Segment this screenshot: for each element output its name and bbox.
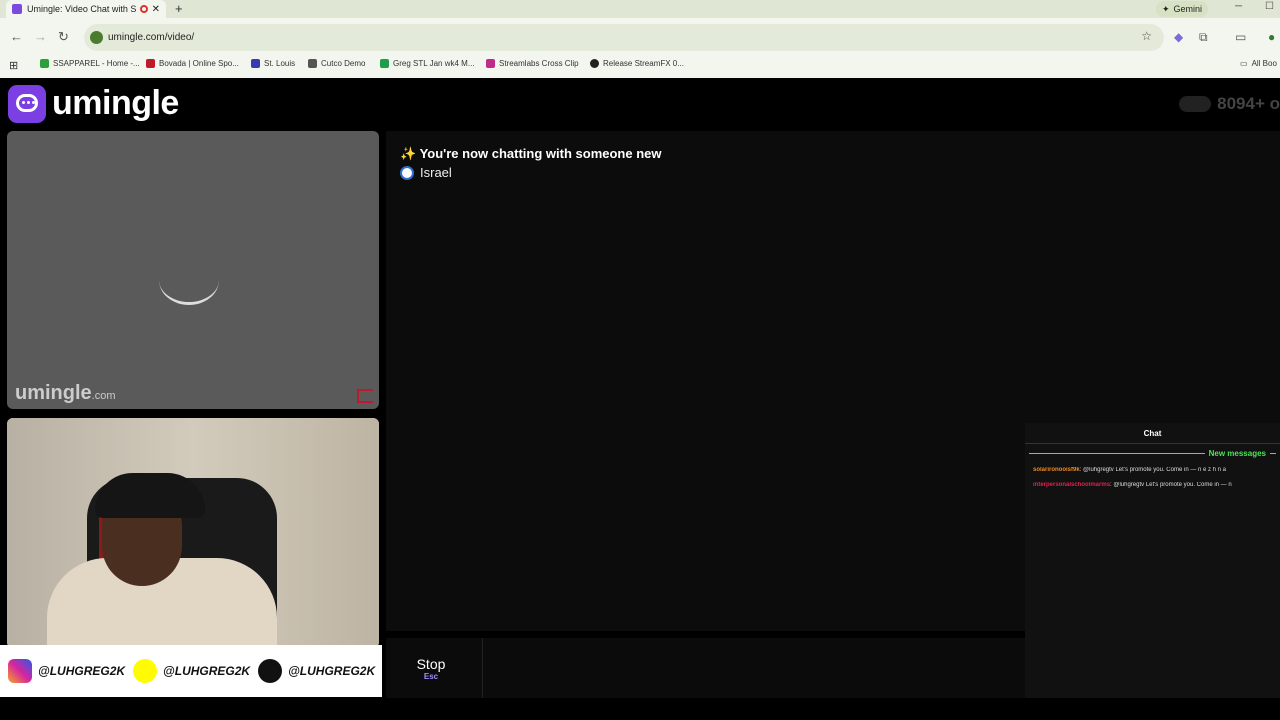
stream-chat-message: solarironooisf9k: @luhgregtv Let's promo… <box>1033 467 1227 473</box>
bookmark-item[interactable]: SSAPPAREL - Home -... <box>40 59 140 68</box>
gemini-icon: ✦ <box>1162 3 1170 14</box>
bookmark-label: Streamlabs Cross Clip <box>499 59 579 68</box>
back-icon[interactable]: ← <box>10 29 23 44</box>
github-icon <box>590 59 599 68</box>
browser-tab-bar: Umingle: Video Chat with S ✕ + ✦ Gemini … <box>0 0 1280 18</box>
maximize-icon[interactable]: ☐ <box>1265 1 1274 12</box>
tiktok-icon <box>258 659 283 683</box>
site-info-icon[interactable] <box>90 31 103 44</box>
gemini-label: Gemini <box>1173 4 1203 14</box>
tab-title: Umingle: Video Chat with S <box>27 4 136 14</box>
bookmark-favicon-icon <box>40 59 49 68</box>
watermark-suffix: .com <box>91 390 116 402</box>
bookmark-item[interactable]: Streamlabs Cross Clip <box>486 59 579 68</box>
logo-text: umingle <box>52 84 179 122</box>
bookmark-favicon-icon <box>251 59 260 68</box>
bookmark-item[interactable]: Bovada | Online Spo... <box>146 59 239 68</box>
recording-icon <box>139 5 148 13</box>
extensions-puzzle-icon[interactable]: ⧉ <box>1199 30 1208 45</box>
bookmark-favicon-icon <box>146 59 155 68</box>
partner-country: Israel <box>400 165 452 180</box>
chat-text: @luhgregtv Let's promote you. Come in — … <box>1113 482 1232 488</box>
stream-chat-message: interpersonalschoolmarms: @luhgregtv Let… <box>1033 482 1232 488</box>
bookmark-favicon-icon <box>486 59 495 68</box>
stop-label: Stop <box>416 655 446 672</box>
minimize-icon[interactable]: ─ <box>1235 1 1242 12</box>
bookmark-label: SSAPPAREL - Home -... <box>53 59 140 68</box>
stranger-video: umingle.com <box>7 131 379 409</box>
country-label: Israel <box>420 165 452 180</box>
new-tab-button[interactable]: + <box>175 1 183 16</box>
stream-chat-overlay: Chat New messages solarironooisf9k: @luh… <box>1025 423 1280 698</box>
bookmark-label: Bovada | Online Spo... <box>159 59 239 68</box>
video-watermark: umingle.com <box>15 382 116 405</box>
browser-tab[interactable]: Umingle: Video Chat with S ✕ <box>6 0 166 18</box>
online-toggle <box>1179 96 1212 112</box>
watermark-text: umingle <box>15 382 92 404</box>
chat-bubble-logo-icon <box>8 84 46 123</box>
gemini-button[interactable]: ✦ Gemini <box>1156 1 1209 17</box>
bookmark-label: Cutco Demo <box>321 59 366 68</box>
stop-shortcut: Esc <box>423 671 439 681</box>
chat-username: solarironooisf9k <box>1033 467 1080 473</box>
profile-avatar[interactable]: ● <box>1268 30 1275 44</box>
new-messages-divider: New messages <box>1029 449 1276 458</box>
bookmark-favicon-icon <box>308 59 317 68</box>
bookmark-label: St. Louis <box>264 59 296 68</box>
instagram-icon <box>8 659 32 683</box>
address-toolbar: ← → ↻ umingle.com/video/ ☆ ◆ ⧉ ▭ ● <box>0 18 1280 58</box>
new-messages-label: New messages <box>1208 449 1266 458</box>
url-text: umingle.com/video/ <box>108 32 195 43</box>
handle-text: @LUHGREG2K <box>288 664 376 678</box>
online-count-text: 8094+ o <box>1217 94 1280 113</box>
bookmark-label: Release StreamFX 0... <box>603 59 684 68</box>
israel-flag-icon <box>400 165 414 180</box>
forward-icon[interactable]: → <box>34 29 47 44</box>
bookmark-item[interactable]: St. Louis <box>251 59 295 68</box>
snapchat-icon <box>133 659 158 683</box>
instagram-handle: @LUHGREG2K <box>8 659 125 683</box>
bookmark-label: Greg STL Jan wk4 M... <box>393 59 475 68</box>
stream-chat-title: Chat <box>1143 429 1162 438</box>
online-count: 8094+ o <box>1179 94 1280 114</box>
umingle-favicon-icon <box>12 4 22 14</box>
stop-button[interactable]: Stop Esc <box>386 638 476 698</box>
url-bar[interactable]: umingle.com/video/ ☆ <box>84 24 1164 51</box>
chat-username: interpersonalschoolmarms <box>1033 482 1111 488</box>
loading-spinner-icon <box>159 255 219 305</box>
bookmark-item[interactable]: Greg STL Jan wk4 M... <box>380 59 475 68</box>
folder-icon: ▭ <box>1240 59 1248 68</box>
site-logo[interactable]: umingle <box>8 84 179 123</box>
social-handles-bar: @LUHGREG2K @LUHGREG2K @LUHGREG2K <box>0 645 382 697</box>
tiktok-handle: @LUHGREG2K <box>258 659 375 683</box>
umingle-page: umingle 8094+ o umingle.com @LUHGREG2K @… <box>0 78 1280 720</box>
bookmark-star-icon[interactable]: ☆ <box>1141 29 1152 43</box>
bookmark-favicon-icon <box>380 59 389 68</box>
snapchat-handle: @LUHGREG2K <box>133 659 250 683</box>
handle-text: @LUHGREG2K <box>163 664 251 678</box>
handle-text: @LUHGREG2K <box>38 664 126 678</box>
close-tab-icon[interactable]: ✕ <box>152 4 160 15</box>
bookmark-item[interactable]: Release StreamFX 0... <box>590 59 684 68</box>
apps-grid-icon[interactable]: ⊞ <box>9 59 18 72</box>
report-flag-icon[interactable] <box>357 389 373 403</box>
all-bookmarks-folder[interactable]: ▭ All Boo <box>1240 59 1277 68</box>
all-bookmarks-label: All Boo <box>1251 59 1277 68</box>
sidebar-icon[interactable]: ▭ <box>1235 30 1246 44</box>
reload-icon[interactable]: ↻ <box>58 29 69 45</box>
bookmarks-bar: ⊞ SSAPPAREL - Home -... Bovada | Online … <box>0 54 1280 78</box>
chat-text: @luhgregtv Let's promote you. Come in — … <box>1083 467 1227 473</box>
bookmark-item[interactable]: Cutco Demo <box>308 59 365 68</box>
self-video <box>7 418 379 648</box>
extension-icon[interactable]: ◆ <box>1174 30 1183 44</box>
connected-notice: ✨ You're now chatting with someone new <box>400 146 662 161</box>
